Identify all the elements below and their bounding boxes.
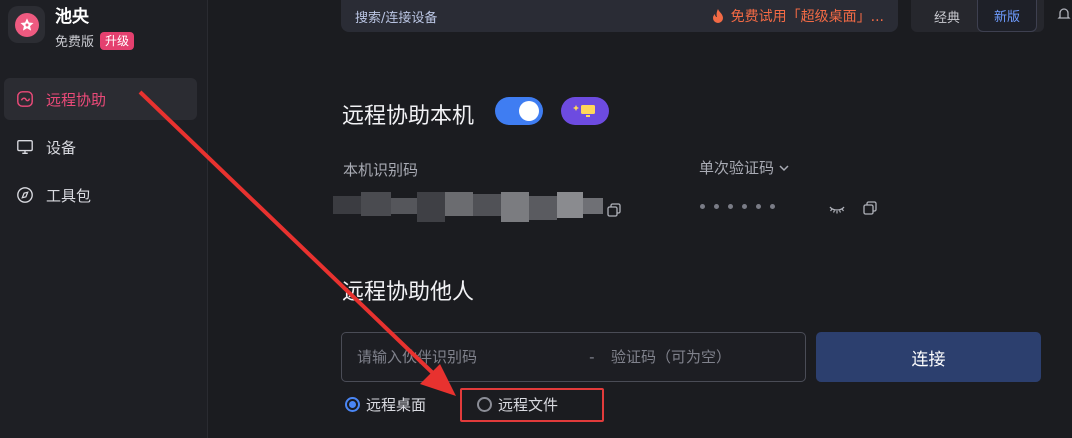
search-bar[interactable]: 搜索/连接设备 免费试用「超级桌面」... [341,0,898,32]
fire-icon [712,9,723,23]
promo-link[interactable]: 免费试用「超级桌面」... [711,6,884,26]
mode-switch: 经典 新版 [911,0,1044,32]
separator: - [589,348,595,366]
compass-icon [14,184,36,206]
partner-id-input[interactable] [342,348,573,366]
app-name: 池央 [55,7,89,27]
assist-other-title: 远程协助他人 [342,280,475,305]
sidebar-item-label: 工具包 [46,186,92,205]
code-label: 单次验证码 [699,159,775,177]
partner-code-input[interactable] [611,348,805,366]
plan-label: 免费版 [55,35,95,50]
sidebar: 池央 免费版 升级 远程协助 设备 工具包 [0,0,208,438]
star-icon [14,12,39,37]
code-type-dropdown[interactable]: 单次验证码 [699,157,790,178]
app-logo [8,6,45,43]
device-icon [14,136,36,158]
search-input[interactable]: 搜索/连接设备 [355,7,437,26]
connect-button[interactable]: 连接 [816,332,1041,382]
option-label: 远程桌面 [366,396,427,414]
chevron-down-icon [779,164,789,171]
sidebar-nav: 远程协助 设备 工具包 [4,78,197,222]
device-id-label: 本机识别码 [343,161,419,179]
partner-connect-form: - [341,332,806,382]
sidebar-item-label: 远程协助 [46,90,107,109]
sidebar-item-devices[interactable]: 设备 [4,126,197,168]
eye-closed-icon[interactable] [828,201,846,217]
copy-code-icon[interactable] [862,200,878,216]
app-window: 池央 免费版 升级 远程协助 设备 工具包 搜索/连接设备 免费试用「超级桌面」… [0,0,1072,438]
annotation-highlight-box [460,388,604,422]
upgrade-button[interactable]: 升级 [100,31,135,50]
sidebar-item-toolkit[interactable]: 工具包 [4,174,197,216]
assist-self-title: 远程协助本机 [342,104,475,129]
mode-new-button[interactable]: 新版 [977,0,1037,32]
option-remote-desktop[interactable]: 远程桌面 [345,394,426,415]
device-id-value-redacted [333,190,605,228]
assist-self-toggle[interactable] [495,97,543,125]
promo-text: 免费试用「超级桌面」... [730,9,884,25]
mode-classic-button[interactable]: 经典 [917,0,977,32]
bell-icon[interactable] [1056,6,1072,22]
remote-assist-icon [14,88,36,110]
sidebar-item-remote-assist[interactable]: 远程协助 [4,78,197,120]
screen-share-icon[interactable] [561,97,609,125]
brand: 池央 免费版 升级 [8,6,135,50]
verification-code-masked [700,204,775,209]
radio-selected-icon [345,397,360,412]
toggle-knob [519,101,539,121]
copy-id-icon[interactable] [606,202,622,218]
sidebar-item-label: 设备 [46,138,77,157]
